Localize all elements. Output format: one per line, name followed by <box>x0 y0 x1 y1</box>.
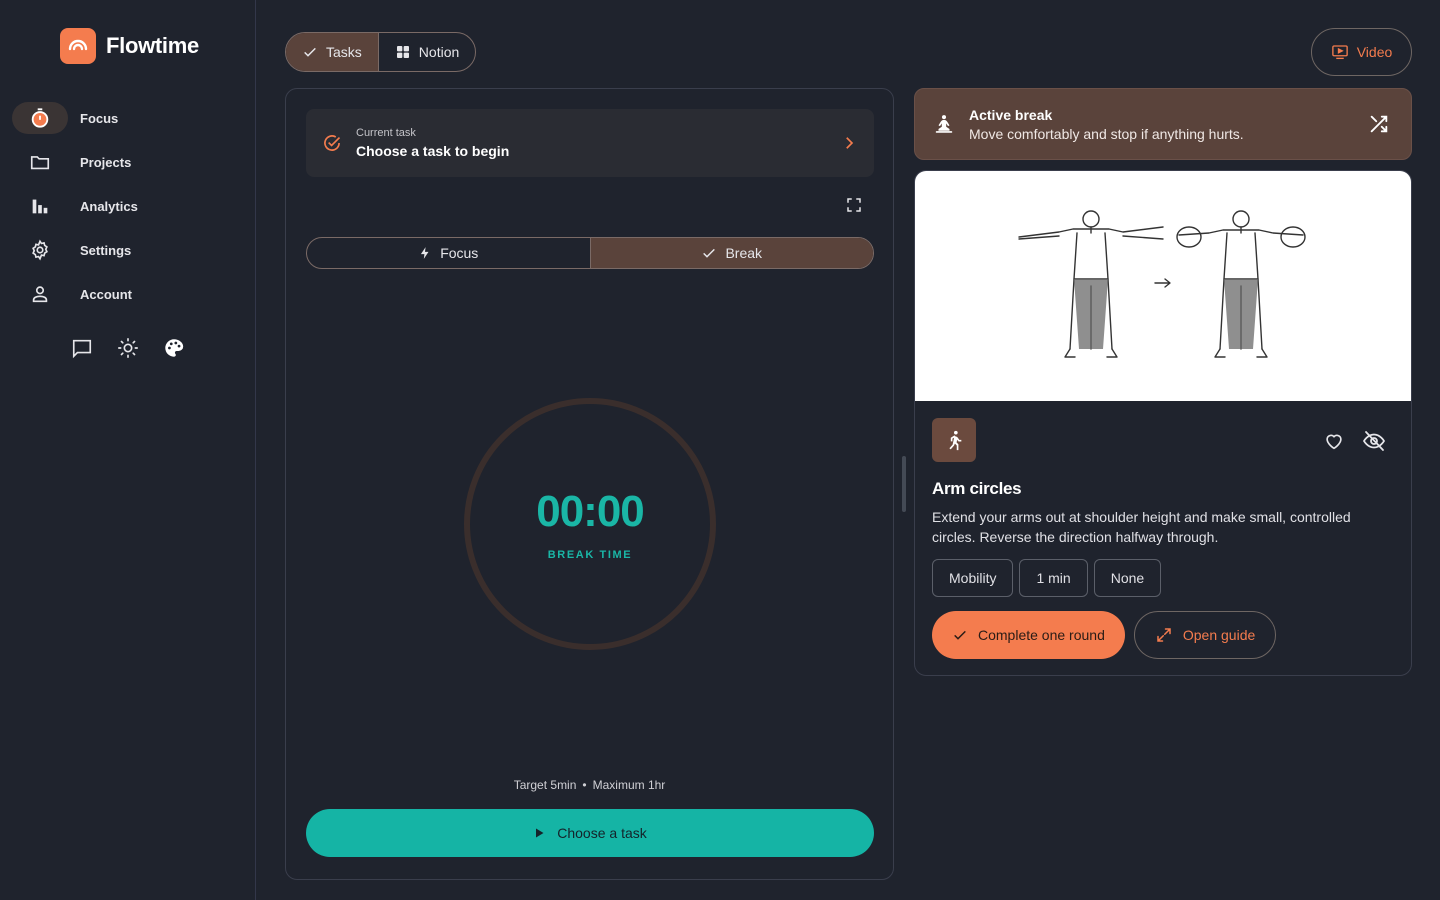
brand-name: Flowtime <box>106 33 199 58</box>
person-icon <box>12 278 68 310</box>
mode-break-button[interactable]: Break <box>589 238 873 268</box>
break-title: Active break <box>969 106 1053 123</box>
folder-icon <box>12 146 68 178</box>
shuffle-button[interactable] <box>1365 110 1393 138</box>
gear-icon <box>12 234 68 266</box>
choose-task-label: Choose a task <box>557 825 647 841</box>
break-subtitle: Move comfortably and stop if anything hu… <box>969 125 1244 142</box>
heart-icon <box>1323 430 1345 452</box>
play-icon <box>533 827 545 839</box>
tag-chip: Mobility <box>932 559 1014 597</box>
current-task-selector[interactable]: Current task Choose a task to begin <box>306 109 874 177</box>
feedback-button[interactable] <box>70 336 94 360</box>
timer-mode-label: BREAK TIME <box>547 549 633 561</box>
bar-chart-icon <box>12 190 68 222</box>
timer-mode-toggle: Focus Break <box>306 237 874 269</box>
chevron-right-icon <box>840 134 858 152</box>
hide-exercise-button[interactable] <box>1361 428 1387 454</box>
flowtime-logo-icon <box>60 28 96 64</box>
timer-dial: 00:00 BREAK TIME <box>463 397 717 651</box>
video-button[interactable]: Video <box>1311 28 1412 76</box>
sidebar-item-label: Projects <box>80 154 132 170</box>
running-person-icon <box>943 429 965 451</box>
expand-icon <box>1155 626 1173 644</box>
target-duration: Target 5min <box>513 778 577 792</box>
exercise-card: Arm circles Extend your arms out at shou… <box>914 170 1412 676</box>
sidebar-tools <box>70 336 186 360</box>
tag-chip: None <box>1093 559 1162 597</box>
open-guide-label: Open guide <box>1182 627 1256 643</box>
current-task-texts: Current task Choose a task to begin <box>356 127 840 159</box>
timer-limits: Target 5min • Maximum 1hr <box>286 778 893 792</box>
sidebar-item-account[interactable]: Account <box>12 272 244 316</box>
check-icon <box>302 44 318 60</box>
check-icon <box>701 245 717 261</box>
complete-round-label: Complete one round <box>978 627 1105 643</box>
panel-resize-handle[interactable] <box>902 456 906 512</box>
sidebar: Flowtime Focus Projects Analytics Settin… <box>0 0 256 900</box>
sidebar-item-label: Analytics <box>80 198 138 214</box>
tab-label: Notion <box>418 44 460 60</box>
timer-panel: Current task Choose a task to begin Focu… <box>285 88 894 880</box>
favorite-button[interactable] <box>1321 428 1347 454</box>
timer-display: 00:00 <box>536 487 645 536</box>
brand[interactable]: Flowtime <box>60 28 199 64</box>
choose-task-button[interactable]: Choose a task <box>306 809 874 857</box>
current-task-title: Choose a task to begin <box>356 143 510 159</box>
current-task-caption: Current task <box>356 127 416 139</box>
sidebar-nav: Focus Projects Analytics Settings Accoun… <box>12 96 244 316</box>
feedback-icon <box>71 337 93 359</box>
palette-button[interactable] <box>162 336 186 360</box>
grid-icon <box>395 44 411 60</box>
mode-label: Break <box>725 245 763 261</box>
sidebar-item-projects[interactable]: Projects <box>12 140 244 184</box>
fullscreen-button[interactable] <box>842 193 866 217</box>
video-button-label: Video <box>1356 44 1393 60</box>
stopwatch-icon <box>12 102 68 134</box>
shuffle-icon <box>1368 113 1390 135</box>
sidebar-item-focus[interactable]: Focus <box>12 96 244 140</box>
exercise-actions <box>1321 428 1387 454</box>
theme-toggle-button[interactable] <box>116 336 140 360</box>
active-break-banner: Active break Move comfortably and stop i… <box>914 88 1412 160</box>
sidebar-item-settings[interactable]: Settings <box>12 228 244 272</box>
sidebar-item-analytics[interactable]: Analytics <box>12 184 244 228</box>
tab-label: Tasks <box>326 44 362 60</box>
tv-play-icon <box>1331 43 1349 61</box>
sidebar-item-label: Focus <box>80 110 119 126</box>
exercise-tags: Mobility 1 min None <box>932 559 1162 597</box>
exercise-type-badge <box>932 418 976 462</box>
eye-off-icon <box>1362 429 1386 453</box>
exercise-illustration <box>915 171 1411 401</box>
task-check-circle-icon <box>322 133 342 153</box>
meditation-icon <box>933 113 955 135</box>
check-icon <box>952 627 968 643</box>
complete-round-button[interactable]: Complete one round <box>932 611 1125 659</box>
open-guide-button[interactable]: Open guide <box>1133 611 1277 659</box>
tag-chip: 1 min <box>1019 559 1088 597</box>
exercise-description: Extend your arms out at shoulder height … <box>932 509 1351 545</box>
break-texts: Active break Move comfortably and stop i… <box>969 107 1365 142</box>
exercise-buttons: Complete one round Open guide <box>932 611 1277 659</box>
limits-separator: • <box>582 778 587 792</box>
mode-focus-button[interactable]: Focus <box>307 238 590 268</box>
mode-label: Focus <box>440 245 479 261</box>
exercise-title: Arm circles <box>932 479 1022 498</box>
tab-notion[interactable]: Notion <box>377 33 475 71</box>
maximum-duration: Maximum 1hr <box>592 778 666 792</box>
fullscreen-icon <box>845 196 863 214</box>
bolt-icon <box>418 245 432 261</box>
sidebar-item-label: Account <box>80 286 132 302</box>
tab-tasks[interactable]: Tasks <box>286 33 378 71</box>
sidebar-item-label: Settings <box>80 242 132 258</box>
sun-icon <box>117 337 139 359</box>
palette-icon <box>163 337 185 359</box>
task-source-toggle: Tasks Notion <box>285 32 477 72</box>
